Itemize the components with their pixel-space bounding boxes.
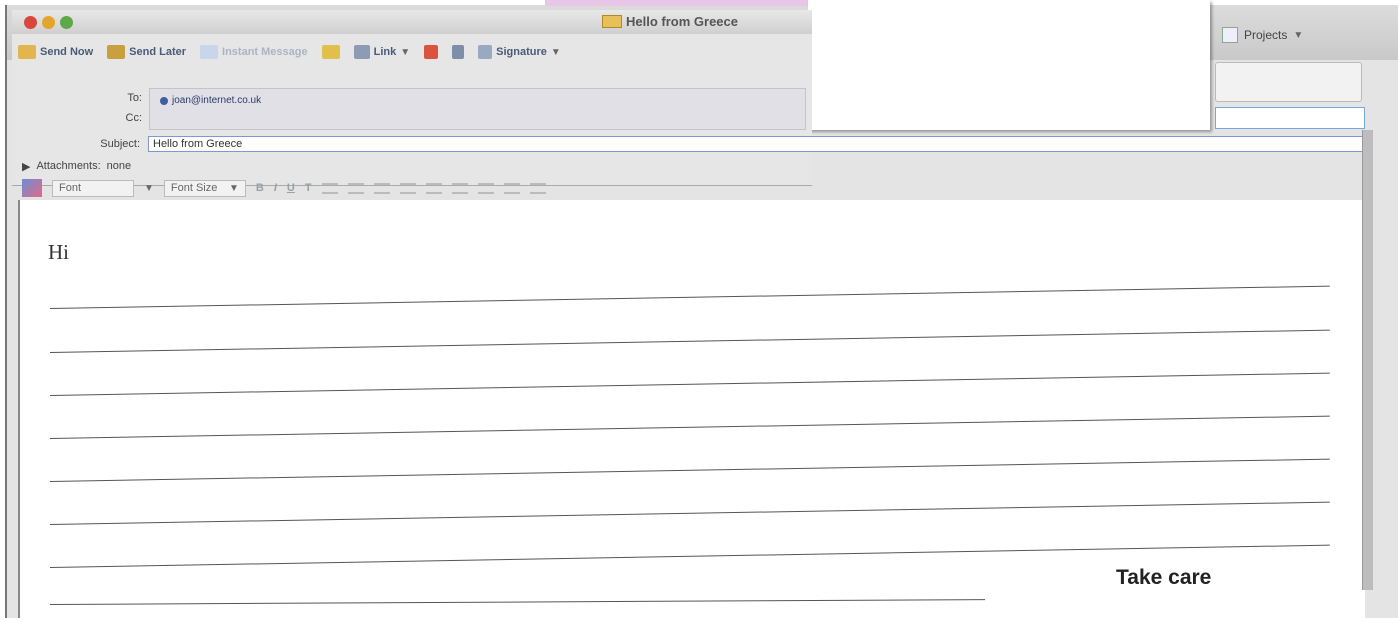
align-left-icon[interactable] bbox=[321, 182, 338, 194]
paperclip-icon[interactable] bbox=[452, 45, 465, 59]
recipient-address: joan@internet.co.uk bbox=[172, 95, 262, 106]
attach-file-icon[interactable] bbox=[424, 45, 439, 59]
link-icon bbox=[353, 45, 370, 59]
text-size-icon[interactable] bbox=[503, 182, 520, 194]
colors-icon[interactable] bbox=[22, 179, 42, 197]
link-button[interactable]: Link ▼ bbox=[353, 45, 410, 59]
attachments-value: none bbox=[106, 160, 132, 172]
send-icon bbox=[18, 45, 36, 59]
signature-icon bbox=[478, 45, 493, 59]
highlight-icon[interactable] bbox=[529, 182, 546, 194]
underline-button[interactable]: U bbox=[287, 182, 295, 194]
link-dropdown-icon[interactable]: ▼ bbox=[400, 47, 410, 58]
font-size-select[interactable]: Font Size ▼ bbox=[163, 179, 246, 197]
projects-label: Projects bbox=[1244, 28, 1288, 42]
attachments-label: Attachments: bbox=[36, 160, 101, 172]
send-later-label: Send Later bbox=[129, 46, 187, 58]
link-label: Link bbox=[373, 46, 397, 58]
overlay-panel bbox=[808, 0, 1210, 130]
chevron-down-icon: ▼ bbox=[1293, 29, 1304, 41]
projects-icon bbox=[1222, 27, 1238, 43]
greeting-text: Hi bbox=[48, 240, 69, 264]
subject-label: Subject: bbox=[100, 138, 140, 150]
signature-label: Signature bbox=[496, 46, 547, 58]
window-title-text: Hello from Greece bbox=[626, 14, 738, 29]
signature-button[interactable]: Signature ▼ bbox=[478, 45, 561, 59]
font-select[interactable]: Font bbox=[52, 179, 134, 197]
send-later-icon bbox=[107, 45, 126, 59]
instant-message-button[interactable]: Instant Message bbox=[200, 45, 308, 59]
to-label: To: bbox=[127, 92, 142, 104]
font-size-dropdown-icon: ▼ bbox=[229, 182, 239, 194]
send-later-button[interactable]: Send Later bbox=[107, 45, 186, 59]
signoff-text: Take care bbox=[1116, 566, 1212, 589]
scrollbar[interactable] bbox=[1362, 130, 1373, 590]
attachments-row[interactable]: ▶ Attachments: none bbox=[22, 160, 131, 173]
font-select-label: Font bbox=[59, 182, 82, 194]
compose-toolbar: Send Now Send Later Instant Message Link… bbox=[12, 36, 812, 68]
projects-menu[interactable]: Projects ▼ bbox=[1222, 22, 1350, 48]
subject-field[interactable]: Hello from Greece bbox=[148, 136, 1363, 152]
instant-message-icon bbox=[200, 45, 219, 59]
format-bar: Font ▼ Font Size ▼ B I U T bbox=[22, 176, 1362, 200]
bullet-list-icon[interactable] bbox=[425, 182, 442, 194]
align-right-icon[interactable] bbox=[373, 182, 390, 194]
close-window-button[interactable] bbox=[24, 16, 37, 29]
bold-button[interactable]: B bbox=[256, 182, 264, 194]
numbered-list-icon[interactable] bbox=[399, 182, 416, 194]
send-now-button[interactable]: Send Now bbox=[18, 45, 93, 59]
minimize-window-button[interactable] bbox=[42, 16, 55, 29]
cc-label: Cc: bbox=[125, 112, 143, 124]
font-size-label: Font Size bbox=[170, 182, 218, 194]
recipient-token[interactable]: joan@internet.co.uk bbox=[160, 95, 261, 106]
signature-dropdown-icon[interactable]: ▼ bbox=[551, 47, 561, 58]
font-dropdown-icon[interactable]: ▼ bbox=[144, 183, 154, 194]
address-book-icon[interactable] bbox=[321, 45, 340, 59]
contact-icon bbox=[160, 96, 168, 105]
disclosure-triangle-icon[interactable]: ▶ bbox=[22, 160, 30, 173]
align-center-icon[interactable] bbox=[347, 182, 364, 194]
send-now-label: Send Now bbox=[40, 46, 94, 58]
window-title: Hello from Greece bbox=[602, 14, 738, 29]
background-input-field[interactable] bbox=[1215, 107, 1365, 129]
outdent-icon[interactable] bbox=[451, 182, 468, 194]
instant-message-label: Instant Message bbox=[222, 46, 308, 58]
indent-icon[interactable] bbox=[477, 182, 494, 194]
text-style-button[interactable]: T bbox=[305, 182, 312, 194]
zoom-window-button[interactable] bbox=[60, 16, 73, 29]
envelope-icon bbox=[602, 15, 622, 28]
recipients-field[interactable]: joan@internet.co.uk bbox=[149, 88, 806, 130]
italic-button[interactable]: I bbox=[274, 182, 277, 194]
background-search-panel bbox=[1215, 62, 1362, 102]
compose-window: Hello from Greece Send Now Send Later In… bbox=[12, 10, 812, 186]
title-bar: Hello from Greece bbox=[12, 10, 812, 34]
